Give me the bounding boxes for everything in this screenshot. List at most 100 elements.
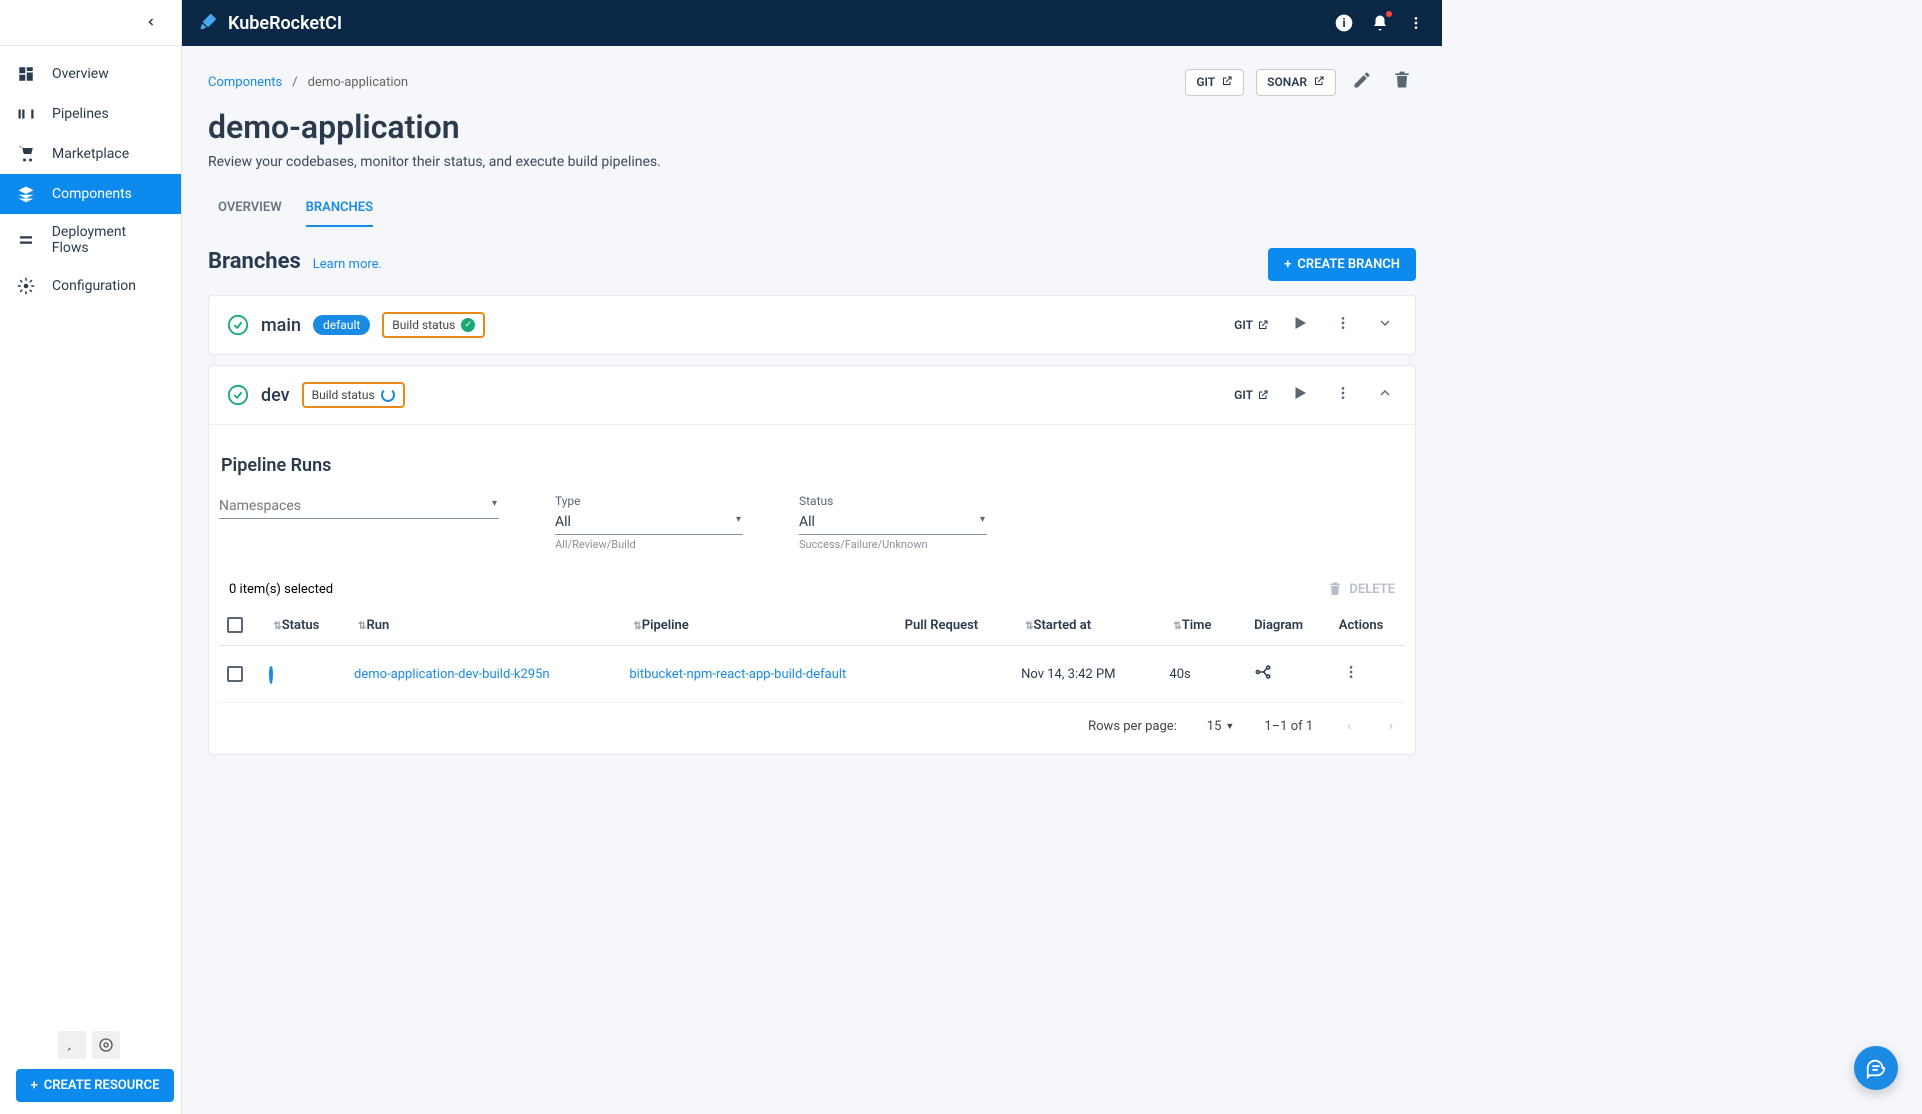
run-link[interactable]: demo-application-dev-build-k295n	[354, 667, 550, 682]
next-page-button[interactable]: ›	[1385, 715, 1397, 738]
breadcrumb-current: demo-application	[308, 75, 409, 90]
select-all-checkbox[interactable]	[227, 617, 243, 633]
sidebar-collapse-toggle[interactable]	[0, 0, 181, 46]
learn-more-link[interactable]: Learn more.	[313, 257, 382, 272]
brand-logo[interactable]: KubeRocketCI	[198, 10, 342, 37]
filter-status: Status All Success/Failure/Unknown	[799, 494, 987, 551]
git-button[interactable]: GIT	[1185, 69, 1244, 96]
settings-mini[interactable]	[92, 1031, 120, 1059]
pipeline-link[interactable]: bitbucket-npm-react-app-build-default	[629, 667, 846, 682]
build-status-badge: Build status	[302, 382, 405, 408]
sidebar-item-label: Pipelines	[52, 106, 109, 122]
sidebar-item-label: Components	[52, 186, 132, 202]
more-vert-icon[interactable]	[1406, 13, 1426, 33]
success-icon: ✓	[461, 318, 475, 332]
svg-text:i: i	[1342, 16, 1345, 30]
more-vert-icon[interactable]	[1331, 311, 1355, 339]
sidebar-item-label: Configuration	[52, 278, 136, 294]
tabs: OVERVIEW BRANCHES	[208, 190, 1416, 228]
page-range: 1–1 of 1	[1264, 719, 1313, 734]
cart-icon	[16, 144, 36, 164]
external-link-icon	[1221, 75, 1233, 90]
flow-icon	[16, 230, 36, 250]
page-title: demo-application	[208, 108, 1416, 146]
pipeline-runs-title: Pipeline Runs	[219, 455, 1405, 476]
branch-name: dev	[261, 385, 290, 406]
branch-git-link[interactable]: GIT	[1234, 318, 1269, 332]
section-title: Branches	[208, 249, 301, 274]
theme-toggle[interactable]	[58, 1031, 86, 1059]
diagram-icon[interactable]	[1254, 670, 1272, 685]
delete-selected-button[interactable]: DELETE	[1327, 581, 1395, 597]
sidebar-item-configuration[interactable]: Configuration	[0, 266, 181, 306]
sidebar-item-label: Marketplace	[52, 146, 129, 162]
spinner-icon	[381, 388, 395, 402]
check-circle-icon	[227, 314, 249, 336]
check-circle-icon	[227, 384, 249, 406]
info-icon[interactable]: i	[1334, 13, 1354, 33]
type-select[interactable]: All	[555, 510, 743, 535]
sidebar-item-label: Overview	[52, 66, 109, 82]
time-cell: 40s	[1161, 646, 1246, 703]
namespaces-input[interactable]	[219, 494, 499, 519]
build-status-badge: Build status ✓	[382, 312, 485, 338]
collapse-toggle[interactable]	[1373, 381, 1397, 409]
edit-button[interactable]	[1348, 66, 1376, 98]
sidebar: Overview Pipelines Marketplace Component…	[0, 0, 182, 1114]
pipeline-icon	[16, 104, 36, 124]
prev-page-button[interactable]: ‹	[1343, 715, 1355, 738]
more-vert-icon[interactable]	[1331, 381, 1355, 409]
breadcrumb-root[interactable]: Components	[208, 75, 282, 90]
sidebar-item-marketplace[interactable]: Marketplace	[0, 134, 181, 174]
sidebar-item-label: Deployment Flows	[52, 224, 165, 256]
row-checkbox[interactable]	[227, 666, 243, 682]
create-branch-button[interactable]: + CREATE BRANCH	[1268, 248, 1416, 281]
branch-git-link[interactable]: GIT	[1234, 388, 1269, 402]
chevron-left-icon	[145, 13, 157, 32]
rows-per-page-select[interactable]: 15 ▼	[1207, 719, 1235, 734]
plus-icon: +	[31, 1078, 38, 1093]
started-at-cell: Nov 14, 3:42 PM	[1013, 646, 1161, 703]
page-description: Review your codebases, monitor their sta…	[208, 154, 1416, 170]
filter-type: Type All All/Review/Build	[555, 494, 743, 551]
create-resource-label: CREATE RESOURCE	[44, 1078, 160, 1093]
delete-button[interactable]	[1388, 66, 1416, 98]
pagination: Rows per page: 15 ▼ 1–1 of 1 ‹ ›	[219, 715, 1405, 738]
play-button[interactable]	[1287, 310, 1313, 340]
selected-count: 0 item(s) selected	[229, 582, 333, 597]
default-badge: default	[313, 315, 370, 335]
sidebar-item-overview[interactable]: Overview	[0, 54, 181, 94]
create-resource-button[interactable]: + CREATE RESOURCE	[16, 1069, 174, 1102]
sidebar-item-components[interactable]: Components	[0, 174, 181, 214]
spinner-icon	[269, 665, 273, 684]
branch-name: main	[261, 315, 301, 336]
pull-request-cell	[897, 646, 1013, 703]
main-content: Components / demo-application GIT SONAR	[182, 46, 1442, 1114]
layers-icon	[16, 184, 36, 204]
bell-icon[interactable]	[1370, 13, 1390, 33]
tab-overview[interactable]: OVERVIEW	[218, 190, 282, 227]
sidebar-nav: Overview Pipelines Marketplace Component…	[0, 46, 181, 1019]
sidebar-item-pipelines[interactable]: Pipelines	[0, 94, 181, 134]
status-select[interactable]: All	[799, 510, 987, 535]
breadcrumb: Components / demo-application	[208, 75, 408, 90]
branch-card-main: main default Build status ✓ GIT	[208, 295, 1416, 355]
chat-fab[interactable]	[1854, 1046, 1898, 1090]
topbar: KubeRocketCI i	[182, 0, 1442, 46]
branch-card-dev: dev Build status GIT	[208, 365, 1416, 755]
rocket-icon	[198, 10, 220, 37]
pipeline-runs-table: ⇅Status ⇅Run ⇅Pipeline Pull Request ⇅Sta…	[219, 605, 1405, 703]
gear-icon	[16, 276, 36, 296]
filter-namespaces	[219, 494, 499, 551]
sidebar-item-deployment-flows[interactable]: Deployment Flows	[0, 214, 181, 266]
expand-toggle[interactable]	[1373, 311, 1397, 339]
row-actions-button[interactable]	[1339, 660, 1363, 688]
play-button[interactable]	[1287, 380, 1313, 410]
tab-branches[interactable]: BRANCHES	[306, 190, 373, 227]
brand-name: KubeRocketCI	[228, 13, 342, 34]
plus-icon: +	[1284, 257, 1291, 272]
sonar-button[interactable]: SONAR	[1256, 69, 1336, 96]
dashboard-icon	[16, 64, 36, 84]
external-link-icon	[1313, 75, 1325, 90]
table-row: demo-application-dev-build-k295n bitbuck…	[219, 646, 1405, 703]
